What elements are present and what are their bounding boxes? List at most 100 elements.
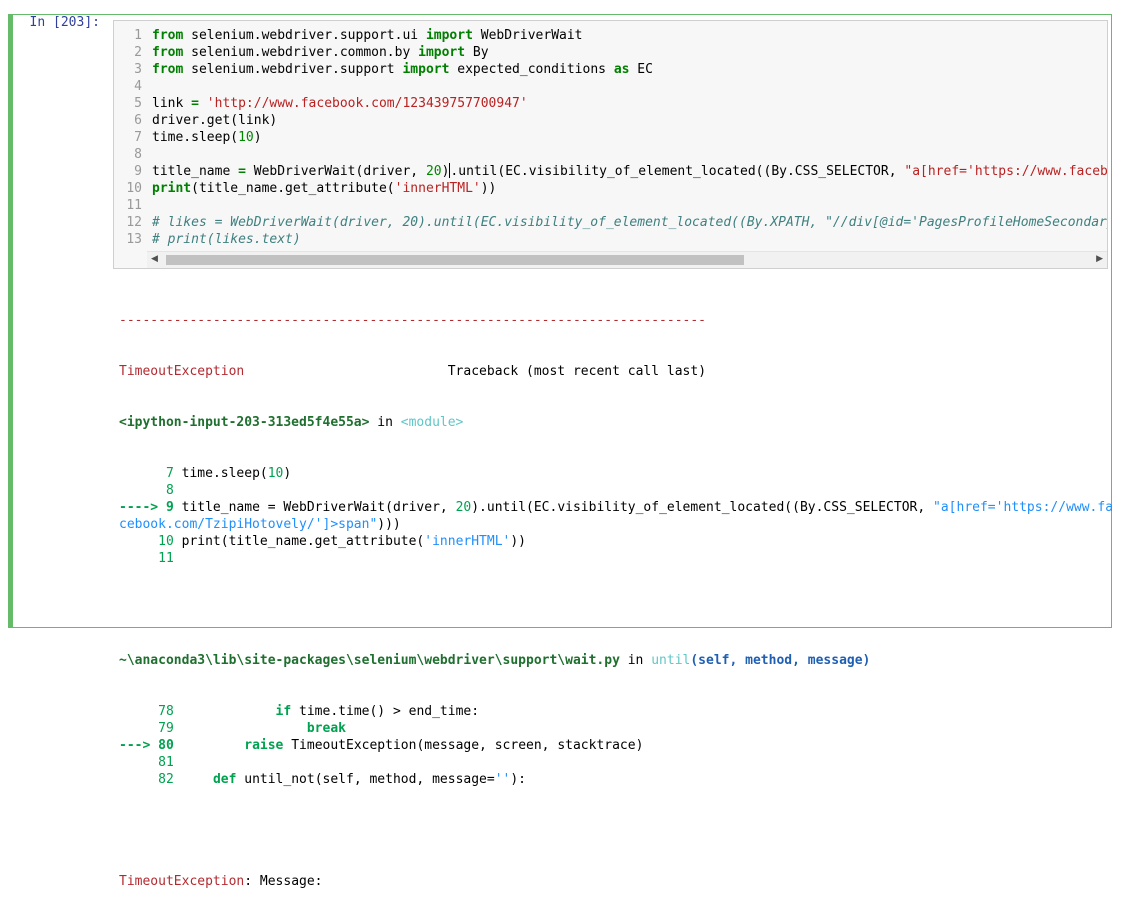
final-exception-message: : Message:: [244, 874, 323, 889]
code-token: =: [191, 96, 199, 111]
traceback-token: break: [306, 721, 346, 736]
traceback-token: [174, 704, 276, 719]
line-marker: --->: [119, 738, 159, 753]
code-line[interactable]: 10 print(title_name.get_attribute('innerH…: [114, 180, 1107, 197]
line-number: 8: [134, 147, 142, 162]
frame1-location: <ipython-input-203-313ed5f4e55a>: [119, 415, 370, 430]
traceback-line-number: 81: [158, 755, 174, 770]
frame2-location: ~\anaconda3\lib\site-packages\selenium\w…: [119, 653, 620, 668]
code-line[interactable]: 13 # print(likes.text): [114, 231, 1107, 248]
line-number: 4: [134, 79, 142, 94]
traceback-line-number: 79: [158, 721, 174, 736]
code-token: 10: [238, 130, 254, 145]
scroll-left-arrow-icon[interactable]: ◀: [151, 254, 158, 264]
code-line[interactable]: 3 from selenium.webdriver.support import …: [114, 61, 1107, 78]
code-token: import: [402, 62, 450, 77]
traceback-token: 10: [267, 466, 284, 481]
traceback-header-right: Traceback (most recent call last): [447, 364, 707, 379]
traceback-token: ):: [510, 772, 527, 787]
traceback-token: time: [291, 704, 331, 719]
frame2-in: in: [619, 653, 652, 668]
code-token: time.sleep(: [152, 130, 239, 145]
traceback-line: 82 def until_not(self, method, message='…: [119, 771, 1114, 788]
code-token: title_name: [152, 164, 239, 179]
line-number: 12: [126, 215, 142, 230]
traceback-token: if: [275, 704, 292, 719]
code-line[interactable]: 7 time.sleep(10): [114, 129, 1107, 146]
line-marker: [119, 755, 158, 770]
traceback-token: print: [173, 534, 221, 549]
scrollbar-thumb[interactable]: [166, 255, 744, 265]
traceback-token: WebDriverWait: [275, 500, 386, 515]
traceback-line: 78 if time.time() > end_time:: [119, 703, 1114, 720]
code-token: from: [152, 62, 184, 77]
frame2-args: (self, method, message): [690, 653, 871, 668]
traceback-token: ,: [439, 500, 456, 515]
code-line[interactable]: 2 from selenium.webdriver.common.by impor…: [114, 44, 1107, 61]
line-number: 1: [134, 28, 142, 43]
line-marker: [119, 772, 158, 787]
line-marker: [119, 551, 158, 566]
traceback-line-number: 80: [158, 738, 174, 753]
code-line[interactable]: 8: [114, 146, 1107, 163]
code-token: )): [480, 181, 497, 196]
code-line[interactable]: 12 # likes = WebDriverWait(driver, 20).un…: [114, 214, 1107, 231]
code-token: EC: [629, 62, 653, 77]
line-marker: [119, 483, 166, 498]
code-line[interactable]: 1 from selenium.webdriver.support.ui impo…: [114, 27, 1107, 44]
code-line[interactable]: 9 title_name = WebDriverWait(driver, 20).…: [114, 163, 1107, 180]
code-token: expected_conditions: [449, 62, 614, 77]
traceback-token: title_name: [173, 500, 268, 515]
code-editor[interactable]: 1 from selenium.webdriver.support.ui impo…: [113, 20, 1108, 269]
line-marker: [119, 534, 158, 549]
traceback-line: cebook.com/TzipiHotovely/']>span"))): [119, 516, 1114, 533]
code-token: # print(likes.text): [152, 232, 301, 247]
exception-name: TimeoutException: [119, 364, 245, 379]
code-token: selenium.webdriver.support.ui: [183, 28, 426, 43]
traceback-line: 7 time.sleep(10): [119, 465, 1114, 482]
code-line[interactable]: 11: [114, 197, 1107, 214]
frame1-lines: 7 time.sleep(10) 8 ----> 9 title_name = W…: [119, 465, 1114, 567]
code-token: print: [152, 181, 192, 196]
line-marker: [119, 466, 166, 481]
traceback-token: (: [259, 466, 268, 481]
traceback-token: )): [510, 534, 527, 549]
traceback-line: ---> 80 raise TimeoutException(message, …: [119, 737, 1114, 754]
code-token: WebDriverWait(driver,: [245, 164, 426, 179]
final-exception-name: TimeoutException: [119, 874, 245, 889]
code-token: import: [425, 28, 473, 43]
code-line[interactable]: 4: [114, 78, 1107, 95]
code-token: link: [152, 96, 192, 111]
frame2-func: until: [651, 653, 691, 668]
traceback-line: 8: [119, 482, 1114, 499]
code-line[interactable]: 6 driver.get(link): [114, 112, 1107, 129]
code-token: (title_name.get_attribute(: [191, 181, 395, 196]
code-token: =: [238, 164, 246, 179]
traceback-line: 11: [119, 550, 1114, 567]
code-token: ): [253, 130, 262, 145]
traceback-token: 'innerHTML': [424, 534, 511, 549]
traceback-line-number: 10: [158, 534, 174, 549]
scroll-right-arrow-icon[interactable]: ▶: [1096, 254, 1103, 264]
traceback-token: until_not(self, method, message: [236, 772, 487, 787]
frame1-func: <module>: [400, 415, 464, 430]
line-number: 2: [134, 45, 142, 60]
traceback-token: time: [173, 466, 213, 481]
traceback-line-number: 78: [158, 704, 174, 719]
code-token: as: [613, 62, 630, 77]
code-token: .until(EC.visibility_of_element_located(…: [450, 164, 905, 179]
traceback-line: 79 break: [119, 720, 1114, 737]
code-token: from: [152, 28, 184, 43]
frame1-header: <ipython-input-203-313ed5f4e55a> in <mod…: [119, 414, 1114, 431]
traceback-token: > end_time:: [392, 704, 480, 719]
traceback-token: TimeoutException(message, screen, stackt…: [283, 738, 644, 753]
traceback-line-number: 9: [165, 500, 174, 515]
code-lines[interactable]: 1 from selenium.webdriver.support.ui impo…: [114, 27, 1107, 248]
line-marker: [119, 721, 158, 736]
line-number: 6: [134, 113, 142, 128]
code-line[interactable]: 5 link = 'http://www.facebook.com/1234397…: [114, 95, 1107, 112]
horizontal-scrollbar[interactable]: ◀ ▶: [147, 251, 1107, 268]
